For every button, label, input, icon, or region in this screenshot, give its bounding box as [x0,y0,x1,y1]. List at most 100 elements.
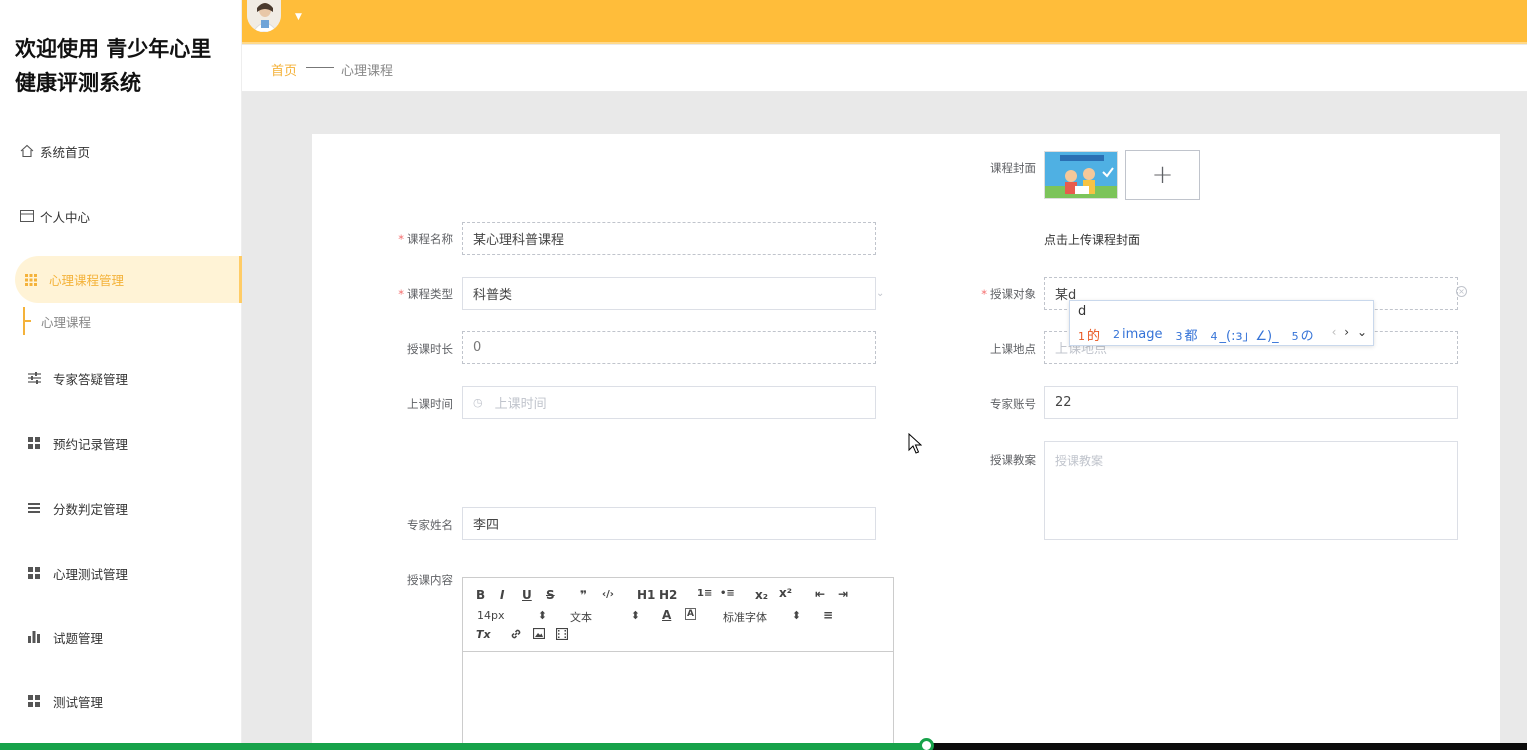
video-button[interactable] [555,627,569,643]
expert-account-value: 22 [1055,395,1072,410]
duration-label: 授课时长 [407,342,453,356]
sidebar-item-appointment[interactable]: 预约记录管理 [24,433,266,453]
sidebar-item-label: 心理测试管理 [53,566,129,582]
indent-button[interactable]: ⇥ [838,587,848,601]
background-color-button[interactable]: A [685,608,696,620]
lesson-plan-textarea[interactable]: 授课教案 [1044,441,1458,540]
ordered-list-button[interactable]: 1≡ [697,588,712,599]
expert-name-value: 李四 [473,518,500,533]
expert-account-label: 专家账号 [990,397,1036,411]
expert-account-field[interactable]: 22 [1044,386,1458,419]
ime-nav: ‹ › ⌄ [1328,325,1367,339]
sidebar-item-profile[interactable]: 个人中心 [17,206,259,226]
chevron-right-icon[interactable]: › [1344,325,1349,339]
home-icon [17,143,37,159]
outdent-button[interactable]: ⇤ [815,587,825,601]
sidebar-subitem-course[interactable]: 心理课程 [23,307,91,335]
sidebar: 欢迎使用 青少年心里健康评测系统 系统首页 个人中心 心理课程管理 心理课程 专… [0,0,242,750]
underline-button[interactable]: U [522,588,532,602]
image-button[interactable] [532,627,546,642]
sidebar-item-label: 预约记录管理 [53,436,129,452]
format-value: 文本 [570,611,592,624]
video-icon [555,627,569,641]
ime-candidate[interactable]: 2 image [1113,327,1163,342]
course-type-select[interactable]: 科普类 [462,277,876,310]
chevron-left-icon[interactable]: ‹ [1332,325,1337,339]
link-icon [511,629,521,639]
bottom-progress-bar [0,738,1527,750]
ime-candidate[interactable]: 3都 [1176,325,1198,344]
expert-name-label: 专家姓名 [407,518,453,532]
avatar[interactable] [247,0,281,32]
sidebar-item-psych-test[interactable]: 心理测试管理 [24,563,266,583]
breadcrumb-separator [306,67,334,68]
location-label: 上课地点 [990,342,1036,356]
duration-value: 0 [473,340,482,355]
ime-candidate[interactable]: 4 _(:з」∠)_ [1211,325,1279,344]
content-label: 授课内容 [407,573,453,587]
strike-button[interactable]: S [546,588,555,602]
breadcrumb-home[interactable]: 首页 [271,60,297,79]
cover-thumbnail[interactable] [1044,151,1118,199]
align-button[interactable]: ≡ [823,608,833,622]
grid-icon [24,435,44,451]
course-name-value: 某心理科普课程 [473,233,565,248]
chevron-down-icon[interactable]: ⌄ [1357,325,1367,339]
audience-label: * 授课对象 [981,287,1036,301]
link-button[interactable] [510,628,522,643]
code-button[interactable]: ‹/› [602,589,614,600]
progress-knob[interactable] [918,738,934,750]
font-size-select[interactable]: 14px ⬍ [477,609,547,622]
rich-text-editor[interactable]: B I U S ❞ ‹/› H1 H2 1≡ •≡ x₂ x² ⇤ ⇥ 14px… [462,577,894,750]
top-bar: ▼ [242,0,1527,44]
font-color-button[interactable]: A [662,608,671,622]
h1-button[interactable]: H1 [637,588,655,602]
course-type-label: * 课程类型 [398,287,453,301]
sidebar-item-score-rule[interactable]: 分数判定管理 [24,498,266,518]
font-family-value: 标准字体 [723,611,767,624]
card-icon [17,208,37,224]
updown-icon: ⬍ [537,609,547,622]
ime-candidate[interactable]: 1的 [1078,325,1100,344]
duration-field[interactable]: 0 [462,331,876,364]
breadcrumb-current: 心理课程 [341,64,394,79]
sidebar-item-course-management[interactable]: 心理课程管理 [15,256,242,303]
ime-candidates: 1的 2 image 3都 4 _(:з」∠)_ 5の [1078,325,1327,344]
bold-button[interactable]: B [476,588,485,602]
sidebar-item-home[interactable]: 系统首页 [17,141,259,161]
italic-button[interactable]: I [500,588,504,602]
subscript-button[interactable]: x₂ [755,588,768,602]
sidebar-item-label: 试题管理 [53,630,104,646]
image-icon [532,627,546,640]
clear-format-button[interactable]: Tx [476,628,491,641]
lesson-plan-placeholder: 授课教案 [1055,454,1104,468]
updown-icon: ⬍ [791,609,801,622]
h2-button[interactable]: H2 [659,588,677,602]
ime-composition: d [1078,304,1087,319]
ime-candidate[interactable]: 5の [1292,325,1314,344]
course-name-field[interactable]: 某心理科普课程 [462,222,876,255]
quote-button[interactable]: ❞ [580,588,587,602]
class-time-label: 上课时间 [407,397,453,411]
class-time-placeholder: 上课时间 [494,397,547,412]
ime-candidate-popup: d 1的 2 image 3都 4 _(:з」∠)_ 5の ‹ › ⌄ [1069,300,1374,346]
course-type-value: 科普类 [473,288,513,303]
font-family-select[interactable]: 标准字体 ⬍ [723,609,801,625]
sidebar-item-label: 心理课程管理 [49,273,125,288]
chevron-down-icon[interactable]: ▼ [295,12,302,22]
class-time-field[interactable]: ◷ 上课时间 [462,386,876,419]
grid-icon [25,273,41,286]
clear-icon[interactable]: × [1456,286,1467,297]
format-select[interactable]: 文本 ⬍ [570,609,640,625]
sidebar-item-label: 个人中心 [40,209,91,225]
chevron-down-icon[interactable]: ⌄ [876,288,884,299]
course-name-label: * 课程名称 [398,232,453,246]
upload-cover-button[interactable]: + [1125,150,1200,200]
mouse-cursor-icon [908,432,923,458]
bullet-list-button[interactable]: •≡ [720,588,735,599]
sidebar-item-questions[interactable]: 试题管理 [24,627,266,647]
superscript-button[interactable]: x² [779,586,792,600]
expert-name-field[interactable]: 李四 [462,507,876,540]
sidebar-item-expert-qa[interactable]: 专家答疑管理 [24,368,266,388]
sidebar-item-test-management[interactable]: 测试管理 [24,691,266,711]
